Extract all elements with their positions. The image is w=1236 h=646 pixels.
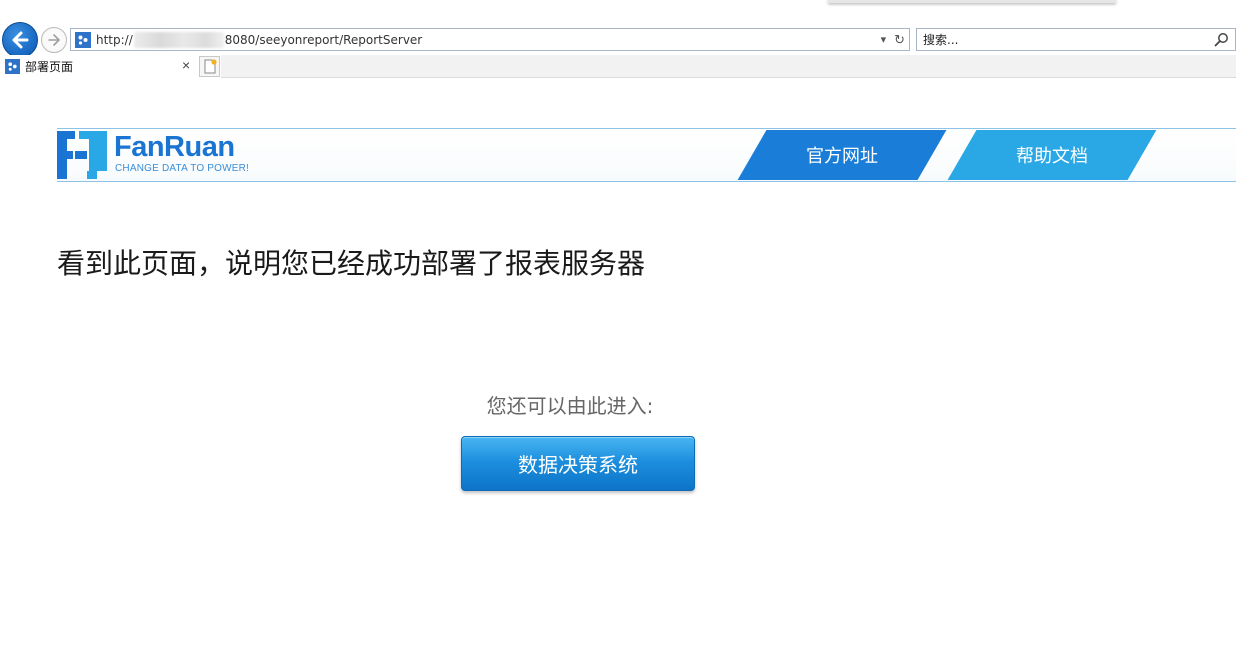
browser-chrome: http:// 8080/seeyonreport/ReportServer ▾…	[0, 0, 1236, 78]
decision-system-button[interactable]: 数据决策系统	[461, 436, 695, 491]
enter-hint: 您还可以由此进入:	[486, 394, 654, 418]
logo-tagline: CHANGE DATA TO POWER!	[115, 163, 250, 174]
arrow-left-icon	[12, 31, 29, 49]
back-button[interactable]	[2, 22, 38, 58]
address-dropdown-icon[interactable]: ▾	[881, 33, 887, 46]
enter-hint-row: 您还可以由此进入:	[0, 390, 1236, 419]
site-favicon-icon	[75, 31, 91, 48]
search-box[interactable]	[916, 28, 1236, 51]
url-suffix: 8080/seeyonreport/ReportServer	[224, 32, 423, 47]
help-docs-link[interactable]: 帮助文档	[947, 130, 1157, 180]
help-docs-label: 帮助文档	[1016, 146, 1088, 167]
tab-title: 部署页面	[25, 60, 74, 74]
search-icon[interactable]	[1214, 32, 1229, 47]
official-site-label: 官方网址	[806, 146, 878, 167]
fanruan-logo-icon	[57, 131, 107, 179]
forward-button[interactable]	[41, 27, 67, 53]
address-bar[interactable]: http:// 8080/seeyonreport/ReportServer ▾…	[70, 28, 910, 51]
refresh-icon[interactable]: ↻	[894, 32, 905, 48]
url-text[interactable]: http:// 8080/seeyonreport/ReportServer	[96, 31, 423, 48]
tab-close-icon[interactable]: ×	[182, 57, 190, 73]
tab-row: 部署页面 ×	[0, 55, 1236, 78]
tab-deploy-page[interactable]: 部署页面 ×	[0, 55, 198, 78]
search-input[interactable]	[923, 32, 1203, 47]
new-tab-button[interactable]	[199, 56, 220, 77]
popup-edge	[828, 0, 1116, 3]
page-headline: 看到此页面，说明您已经成功部署了报表服务器	[57, 247, 646, 280]
arrow-right-icon	[48, 34, 60, 46]
new-tab-icon	[204, 59, 217, 74]
tab-favicon-icon	[5, 59, 20, 74]
official-site-link[interactable]: 官方网址	[737, 130, 947, 180]
logo-wordmark: FanRuan	[114, 131, 235, 163]
url-prefix: http://	[96, 32, 133, 47]
url-redacted-host	[133, 31, 224, 48]
